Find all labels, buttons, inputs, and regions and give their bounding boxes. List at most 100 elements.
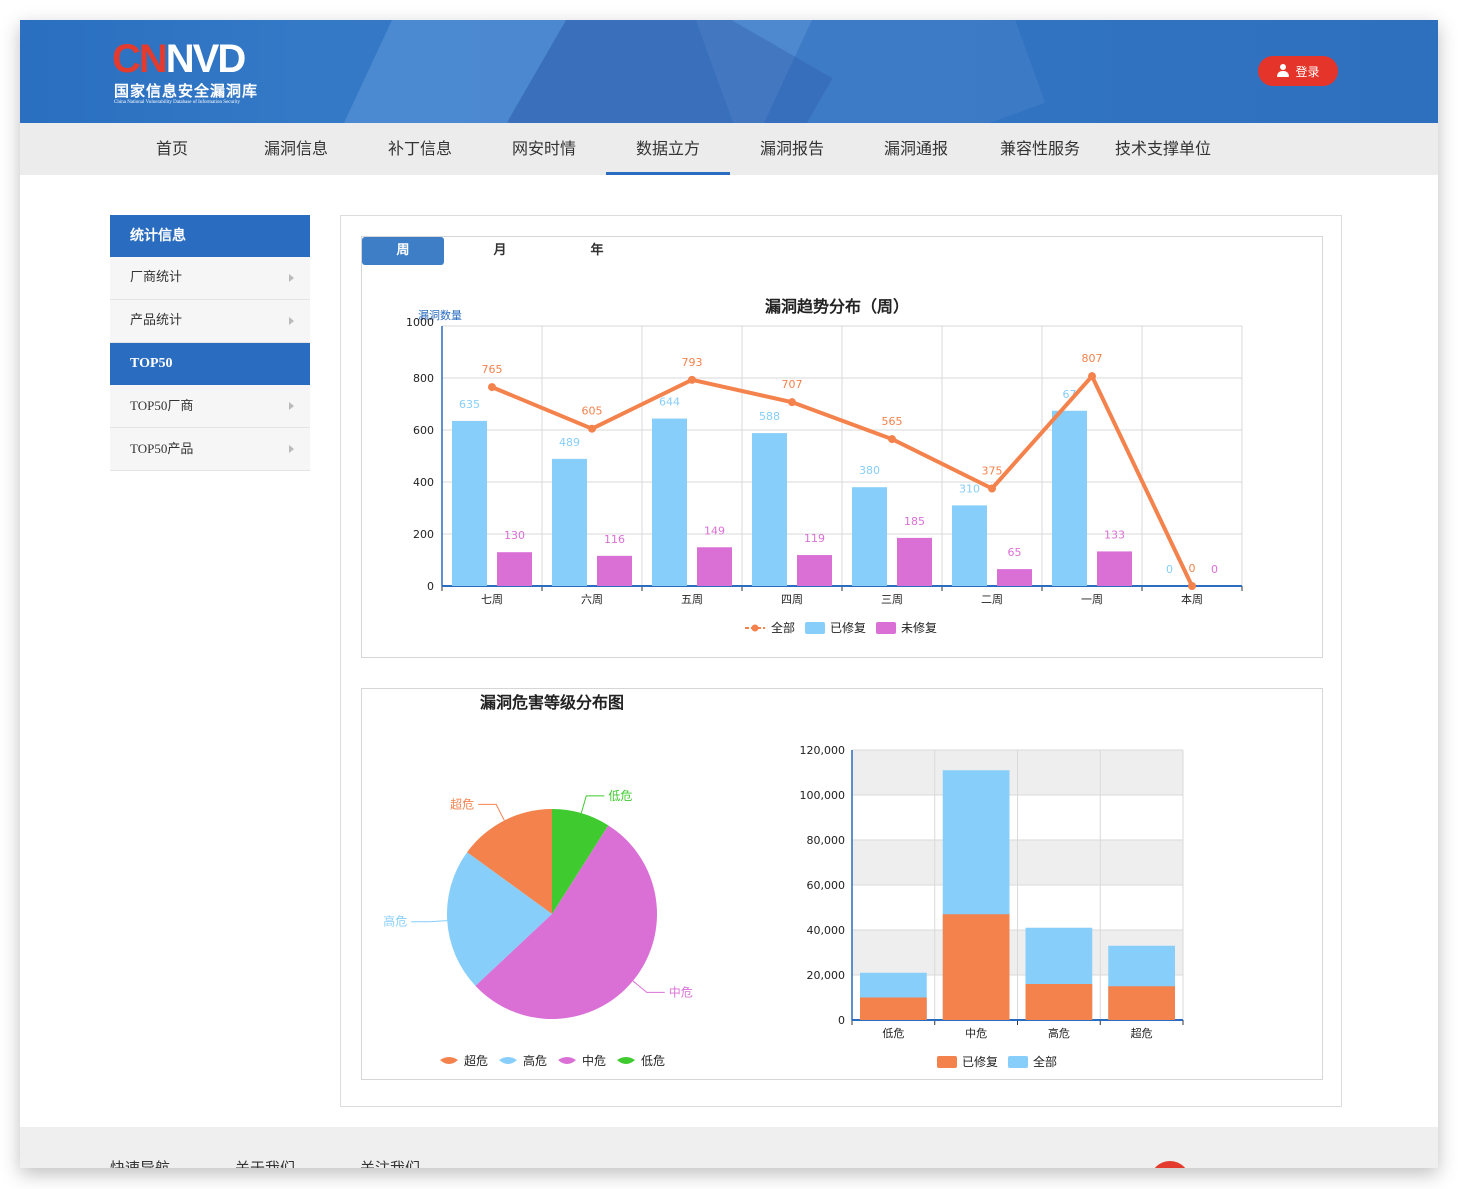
- data-label-all: 707: [782, 378, 803, 391]
- bar-fixed: [952, 505, 987, 586]
- pie-legend-label: 超危: [464, 1053, 488, 1068]
- point-all: [988, 484, 996, 493]
- nav-item-home[interactable]: 首页: [132, 123, 212, 175]
- bar-unfixed: [597, 555, 632, 586]
- data-label-unfixed: 185: [904, 515, 925, 528]
- nav-item-data-cube[interactable]: 数据立方: [606, 123, 730, 175]
- data-label-all: 765: [482, 363, 503, 376]
- nav-item-support-units[interactable]: 技术支撑单位: [1108, 123, 1218, 175]
- y-tick-label: 1000: [406, 316, 434, 329]
- browser-frame: CNNVD 国家信息安全漏洞库 China National Vulnerabi…: [20, 20, 1438, 1168]
- nav-item-security-news[interactable]: 网安时情: [504, 123, 584, 175]
- caret-right-icon: [289, 402, 294, 410]
- y-tick-label: 400: [413, 476, 434, 489]
- y-tick-label: 600: [413, 424, 434, 437]
- bar-unfixed: [697, 547, 732, 586]
- data-label-unfixed: 0: [1211, 563, 1218, 576]
- sidebar-item-vendor-stats[interactable]: 厂商统计: [110, 257, 310, 300]
- pie-label: 低危: [608, 789, 632, 803]
- severity-charts: 漏洞危害等级分布图超危高危中危低危超危 高危 中危 低危020,00040,00060…: [383, 693, 1184, 1069]
- trend-panel: 周 月 年 漏洞趋势分布（周） 漏洞数量 0 200 400 600 800 1000 635 1…: [361, 236, 1323, 658]
- pie-label: 高危: [383, 914, 407, 929]
- bar-legend-swatch: [1008, 1056, 1028, 1068]
- bar-fixed: [752, 433, 787, 586]
- data-label-all: 565: [882, 415, 903, 428]
- legend-swatch-unfixed: [876, 622, 896, 634]
- point-all: [588, 424, 596, 433]
- bar-legend-label: 全部: [1033, 1054, 1057, 1069]
- site-footer: 快速导航 关于我们 关注我们: [20, 1127, 1438, 1168]
- y-tick-label: 60,000: [807, 879, 846, 892]
- nav-item-patches[interactable]: 补丁信息: [380, 123, 460, 175]
- x-tick-label: 超危: [1131, 1026, 1153, 1040]
- data-label-unfixed: 119: [804, 532, 825, 545]
- legend-label-fixed: 已修复: [830, 620, 866, 635]
- sidebar-section-top50: TOP50: [110, 343, 310, 385]
- data-label-unfixed: 130: [504, 529, 525, 542]
- y-tick-label: 20,000: [807, 969, 846, 982]
- y-tick-label: 40,000: [807, 924, 846, 937]
- bar-fixed: [852, 487, 887, 586]
- nav-item-compatibility[interactable]: 兼容性服务: [990, 123, 1090, 175]
- y-tick-label: 0: [427, 580, 434, 593]
- bar-fixed: [860, 997, 927, 1020]
- logo-en-name: China National Vulnerability Database of…: [114, 100, 240, 105]
- site-logo[interactable]: CNNVD 国家信息安全漏洞库 China National Vulnerabi…: [112, 38, 282, 110]
- bar-fixed: [1052, 410, 1087, 586]
- sidebar: 统计信息 厂商统计 产品统计 TOP50 TOP50厂商 TOP50产品: [110, 215, 310, 471]
- pie-legend-label: 高危: [523, 1053, 547, 1068]
- pie-legend-swatch: [499, 1057, 517, 1064]
- data-label-all: 375: [982, 465, 1003, 478]
- nav-item-reports[interactable]: 漏洞报告: [752, 123, 832, 175]
- x-tick-label: 六周: [581, 593, 603, 606]
- login-button[interactable]: 登录: [1258, 56, 1338, 86]
- y-tick-label: 800: [413, 372, 434, 385]
- point-all: [788, 398, 796, 407]
- bar-fixed: [942, 914, 1010, 1020]
- caret-right-icon: [289, 317, 294, 325]
- sidebar-item-product-stats[interactable]: 产品统计: [110, 300, 310, 343]
- y-tick-label: 200: [413, 528, 434, 541]
- pie-legend-swatch: [440, 1057, 458, 1064]
- footer-link-quick-nav[interactable]: 快速导航: [110, 1157, 170, 1168]
- content-area: 周 月 年 漏洞趋势分布（周） 漏洞数量 0 200 400 600 800 1000 635 1…: [340, 215, 1342, 1107]
- chart-title: 漏洞趋势分布（周）: [765, 297, 909, 316]
- data-label-fixed: 310: [959, 482, 980, 495]
- bar-unfixed: [797, 555, 832, 586]
- sidebar-item-top50-vendors[interactable]: TOP50厂商: [110, 385, 310, 428]
- pie-label-line: [632, 980, 665, 993]
- legend-label-all: 全部: [771, 620, 795, 635]
- bar-unfixed: [497, 552, 532, 586]
- bar-unfixed: [1097, 551, 1132, 586]
- nav-item-bulletins[interactable]: 漏洞通报: [876, 123, 956, 175]
- nav-item-vulnerabilities[interactable]: 漏洞信息: [256, 123, 336, 175]
- bar-fixed: [652, 418, 687, 586]
- pie-label: 中危: [669, 984, 693, 999]
- site-header: CNNVD 国家信息安全漏洞库 China National Vulnerabi…: [20, 20, 1438, 123]
- login-label: 登录: [1295, 64, 1320, 79]
- x-tick-label: 高危: [1048, 1026, 1070, 1040]
- legend-swatch-fixed: [805, 622, 825, 634]
- x-tick-label: 三周: [881, 593, 903, 606]
- header-decoration: [694, 20, 1046, 123]
- data-label-unfixed: 133: [1104, 528, 1125, 541]
- y-tick-label: 120,000: [800, 744, 846, 757]
- bar-fixed: [1025, 984, 1093, 1020]
- logo-mark: CNNVD: [112, 37, 246, 81]
- data-label-fixed: 380: [859, 464, 880, 477]
- footer-link-follow[interactable]: 关注我们: [360, 1157, 420, 1168]
- severity-panel: 漏洞危害等级分布图 超危 高危 中危 低危 超危 高危 中危 低危 0 20,000 40,000 60…: [361, 688, 1323, 1080]
- logo-cn-name: 国家信息安全漏洞库: [114, 82, 259, 100]
- sidebar-item-top50-products[interactable]: TOP50产品: [110, 428, 310, 471]
- pie-label-line: [411, 920, 448, 923]
- chart-title: 漏洞危害等级分布图: [480, 693, 624, 712]
- data-label-all: 0: [1189, 562, 1196, 575]
- point-all: [888, 435, 896, 444]
- footer-link-about[interactable]: 关于我们: [235, 1157, 295, 1168]
- point-all: [1088, 372, 1096, 381]
- x-tick-label: 二周: [981, 593, 1003, 606]
- main-nav: 首页 漏洞信息 补丁信息 网安时情 数据立方 漏洞报告 漏洞通报 兼容性服务 技…: [20, 123, 1438, 175]
- footer-logo: [1150, 1161, 1190, 1168]
- point-all: [1188, 582, 1196, 590]
- x-tick-label: 七周: [481, 593, 503, 606]
